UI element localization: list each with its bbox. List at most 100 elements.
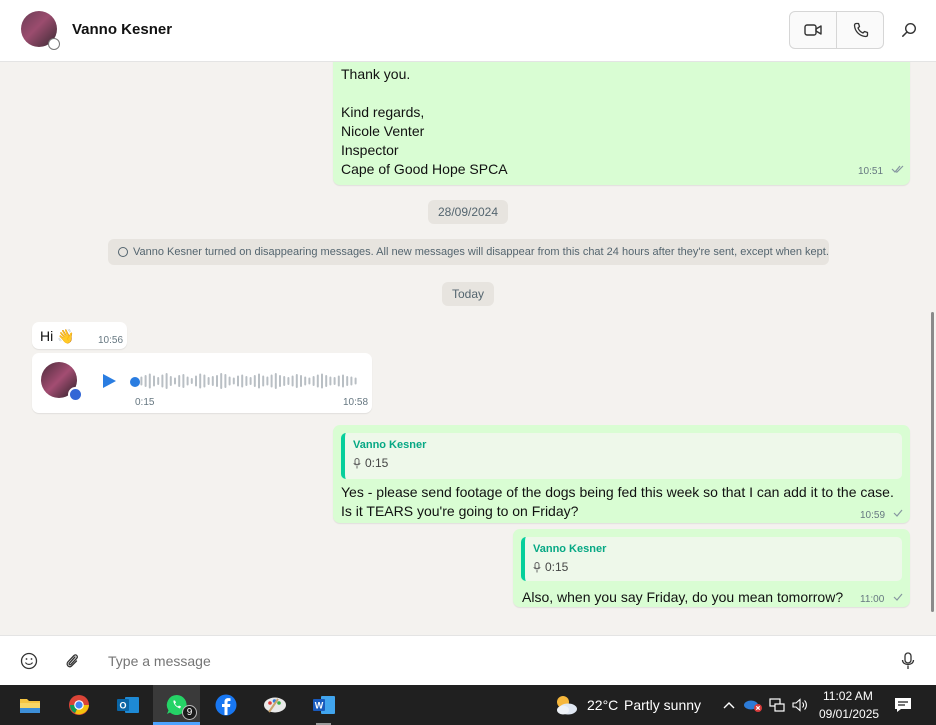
clock-date[interactable]: 09/01/2025 [819, 707, 879, 721]
check-icon [893, 508, 903, 521]
word-button[interactable]: W [300, 685, 347, 725]
waveform-bar [182, 374, 185, 388]
waveform-bar [258, 373, 260, 389]
contact-name[interactable]: Vanno Kesner [72, 21, 172, 38]
waveform-bar [333, 377, 336, 385]
outgoing-message[interactable]: Vanno Kesner 0:15 Also, when you say Fri… [513, 529, 910, 607]
waveform-bar [270, 374, 273, 388]
quoted-duration: 0:15 [365, 456, 389, 470]
outlook-icon: O [116, 697, 139, 713]
waveform-bar [161, 374, 164, 388]
microphone-icon [68, 387, 83, 402]
quoted-voice: 0:15 [353, 456, 388, 470]
waveform-bar [228, 376, 231, 386]
microphone-icon [353, 457, 361, 468]
voice-record-button[interactable] [897, 650, 919, 672]
waveform-bar [195, 375, 197, 387]
onedrive-tray-icon[interactable] [743, 695, 763, 715]
attach-button[interactable] [61, 650, 83, 672]
word-icon: W [312, 696, 335, 714]
svg-text:W: W [314, 701, 323, 711]
folder-icon [19, 699, 40, 713]
waveform-bar [232, 377, 235, 385]
show-hidden-icons-button[interactable] [719, 695, 739, 715]
chrome-button[interactable] [55, 685, 102, 725]
waveform-bar [165, 373, 168, 389]
waveform-bar [350, 376, 353, 386]
scrollbar-thumb[interactable] [931, 312, 934, 612]
waveform-bar [325, 375, 328, 387]
waveform-bar [321, 373, 323, 389]
message-time: 10:51 [858, 166, 884, 177]
video-call-button[interactable] [790, 12, 837, 48]
outlook-button[interactable]: O [104, 685, 151, 725]
speaker-icon [792, 698, 807, 712]
message-text: Also, when you say Friday, do you mean t… [522, 589, 844, 605]
chevron-up-icon [723, 702, 735, 709]
network-icon [769, 698, 785, 712]
call-button-group [789, 11, 884, 49]
weather-description: Partly sunny [624, 697, 702, 713]
chrome-icon [68, 695, 89, 715]
message-line: Cape of Good Hope SPCA [341, 161, 508, 177]
message-time: 10:59 [860, 510, 886, 521]
emoji-button[interactable] [18, 650, 40, 672]
waveform-bar [140, 376, 143, 386]
compose-bar [0, 635, 936, 685]
quoted-message[interactable]: Vanno Kesner 0:15 [341, 433, 902, 479]
system-message: Vanno Kesner turned on disappearing mess… [108, 239, 829, 265]
waveform-bar [224, 374, 227, 388]
facebook-icon [215, 694, 236, 716]
search-button[interactable] [894, 14, 924, 46]
waveform-bar [312, 376, 315, 386]
whatsapp-button[interactable]: 9 [153, 685, 200, 725]
voice-message[interactable]: 0:15 10:58 [32, 353, 372, 413]
network-tray-icon[interactable] [767, 695, 787, 715]
paperclip-icon [66, 654, 78, 668]
waveform-bar [144, 375, 147, 387]
waveform-bar [274, 373, 277, 389]
voice-duration: 0:15 [135, 397, 155, 408]
volume-tray-icon[interactable] [790, 695, 810, 715]
paint-button[interactable] [251, 685, 298, 725]
waveform-bar [199, 373, 202, 389]
waveform-bar [287, 377, 290, 385]
notifications-button[interactable] [893, 695, 913, 715]
seek-handle[interactable] [130, 377, 140, 387]
quoted-message[interactable]: Vanno Kesner 0:15 [521, 537, 902, 581]
microphone-icon [901, 652, 915, 669]
system-message-text: Vanno Kesner turned on disappearing mess… [133, 246, 829, 258]
message-input[interactable] [108, 651, 868, 671]
message-list[interactable]: Thank you. Kind regards, Nicole Venter I… [0, 62, 936, 635]
voice-waveform[interactable] [132, 372, 364, 390]
waveform-bar [295, 374, 298, 388]
waveform-bar [342, 374, 344, 388]
scrollbar[interactable] [929, 62, 936, 635]
waveform-bar [308, 377, 311, 385]
waveform-bar [346, 376, 349, 386]
waveform-bar [220, 373, 223, 389]
date-divider: 28/09/2024 [428, 200, 508, 224]
chat-header: Vanno Kesner [0, 0, 936, 62]
outgoing-message[interactable]: Thank you. Kind regards, Nicole Venter I… [333, 62, 910, 185]
date-divider: Today [442, 282, 494, 306]
incoming-message[interactable]: Hi 👋 10:56 [32, 322, 127, 349]
cloud-error-icon [744, 700, 762, 712]
clock-time[interactable]: 11:02 AM [823, 689, 873, 703]
file-explorer-button[interactable] [6, 685, 53, 725]
unread-badge: 9 [182, 705, 197, 720]
outgoing-message[interactable]: Vanno Kesner 0:15 Yes - please send foot… [333, 425, 910, 523]
weather-temperature: 22°C [587, 697, 619, 713]
waveform-bar [211, 376, 214, 386]
waveform-bar [283, 376, 286, 386]
voice-call-button[interactable] [837, 12, 884, 48]
emoji-icon [20, 652, 38, 670]
partly-sunny-icon [557, 696, 577, 715]
facebook-button[interactable] [202, 685, 249, 725]
message-time: 10:58 [343, 397, 369, 408]
message-line [341, 84, 508, 103]
play-icon[interactable] [103, 374, 116, 388]
quoted-sender: Vanno Kesner [533, 543, 607, 555]
waveform-bar [245, 376, 248, 386]
double-check-icon [891, 164, 905, 177]
